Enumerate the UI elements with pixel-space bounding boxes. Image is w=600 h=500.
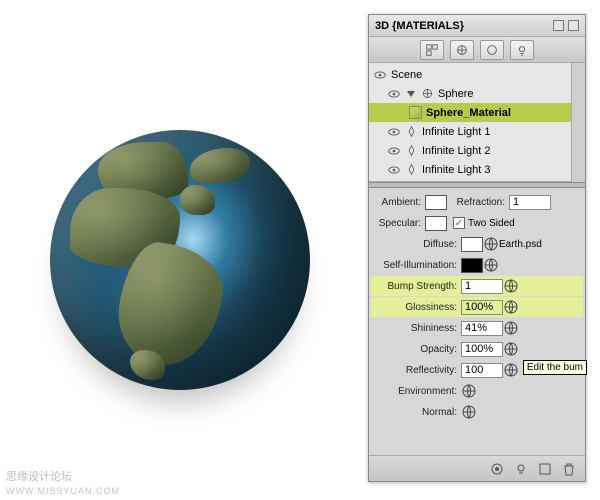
texture-icon[interactable] — [503, 341, 519, 357]
tree-light-1[interactable]: Infinite Light 1 — [369, 122, 571, 141]
panel-header[interactable]: 3D {MATERIALS} — [369, 15, 585, 37]
delete-icon[interactable] — [561, 461, 577, 477]
bump-input[interactable]: 1 — [461, 279, 503, 294]
opacity-input[interactable]: 100% — [461, 342, 503, 357]
render-settings-icon[interactable] — [489, 461, 505, 477]
item-label: Infinite Light 3 — [422, 164, 491, 176]
diffuse-file: Earth.psd — [499, 239, 542, 250]
refraction-label: Refraction: — [447, 197, 509, 208]
viewport[interactable] — [20, 100, 340, 420]
texture-icon[interactable] — [503, 362, 519, 378]
expand-icon[interactable] — [407, 91, 415, 97]
light-icon — [405, 144, 418, 157]
scene-label: Scene — [391, 69, 422, 81]
twosided-label: Two Sided — [468, 218, 515, 229]
watermark-cn: 思缘设计论坛 — [6, 468, 72, 484]
texture-icon[interactable] — [461, 404, 477, 420]
refraction-input[interactable]: 1 — [509, 195, 551, 210]
selfillum-swatch[interactable] — [461, 258, 483, 273]
mesh-icon — [421, 87, 434, 100]
tree-sphere[interactable]: Sphere — [369, 84, 571, 103]
scene-tab-button[interactable] — [420, 40, 444, 60]
eye-icon[interactable] — [387, 144, 401, 158]
texture-icon[interactable] — [503, 278, 519, 294]
close-icon[interactable] — [568, 20, 579, 31]
materials-panel: 3D {MATERIALS} Scene Sphere Sphere — [368, 14, 586, 482]
item-label: Sphere — [438, 88, 473, 100]
light-tab-button[interactable] — [510, 40, 534, 60]
light-icon — [405, 125, 418, 138]
panel-title: 3D {MATERIALS} — [375, 20, 464, 32]
tree-scene-root[interactable]: Scene — [369, 65, 571, 84]
reflect-input[interactable]: 100 — [461, 363, 503, 378]
light-settings-icon[interactable] — [513, 461, 529, 477]
ambient-label: Ambient: — [371, 197, 425, 208]
shini-input[interactable]: 41% — [461, 321, 503, 336]
minimize-icon[interactable] — [553, 20, 564, 31]
tooltip: Edit the bum — [523, 360, 587, 375]
texture-icon[interactable] — [483, 236, 499, 252]
tree-sphere-material[interactable]: Sphere_Material — [369, 103, 571, 122]
item-label: Sphere_Material — [426, 107, 511, 119]
earth-globe[interactable] — [50, 130, 310, 390]
eye-icon[interactable] — [387, 125, 401, 139]
gloss-input[interactable]: 100% — [461, 300, 503, 315]
watermark: WWW.MISSYUAN.COM — [6, 486, 120, 496]
specular-label: Specular: — [371, 218, 425, 229]
texture-icon[interactable] — [461, 383, 477, 399]
shini-label: Shininess: — [371, 323, 461, 334]
bump-label: Bump Strength: — [371, 281, 461, 292]
light-icon — [405, 163, 418, 176]
eye-icon[interactable] — [373, 68, 387, 82]
gloss-label: Glossiness: — [371, 302, 461, 313]
texture-icon[interactable] — [503, 320, 519, 336]
material-properties: Ambient: Refraction: 1 Specular: Two Sid… — [369, 188, 585, 455]
texture-icon[interactable] — [483, 257, 499, 273]
scene-tree: Scene Sphere Sphere_Material Infinite Li… — [369, 63, 571, 182]
ambient-swatch[interactable] — [425, 195, 447, 210]
item-label: Infinite Light 2 — [422, 145, 491, 157]
mesh-tab-button[interactable] — [450, 40, 474, 60]
eye-icon[interactable] — [387, 163, 401, 177]
twosided-checkbox[interactable] — [453, 217, 465, 229]
diffuse-label: Diffuse: — [371, 239, 461, 250]
specular-swatch[interactable] — [425, 216, 447, 231]
diffuse-swatch[interactable] — [461, 237, 483, 252]
item-label: Infinite Light 1 — [422, 126, 491, 138]
tree-light-3[interactable]: Infinite Light 3 — [369, 160, 571, 179]
material-tab-button[interactable] — [480, 40, 504, 60]
opacity-label: Opacity: — [371, 344, 461, 355]
panel-footer — [369, 455, 585, 481]
panel-toolbar — [369, 37, 585, 63]
texture-icon[interactable] — [503, 299, 519, 315]
tree-light-2[interactable]: Infinite Light 2 — [369, 141, 571, 160]
normal-label: Normal: — [371, 407, 461, 418]
eye-icon[interactable] — [387, 87, 401, 101]
selfillum-label: Self-Illumination: — [371, 260, 461, 271]
material-icon — [409, 106, 422, 119]
scrollbar[interactable] — [571, 63, 585, 182]
env-label: Environment: — [371, 386, 461, 397]
reflect-label: Reflectivity: — [371, 365, 461, 376]
new-material-icon[interactable] — [537, 461, 553, 477]
